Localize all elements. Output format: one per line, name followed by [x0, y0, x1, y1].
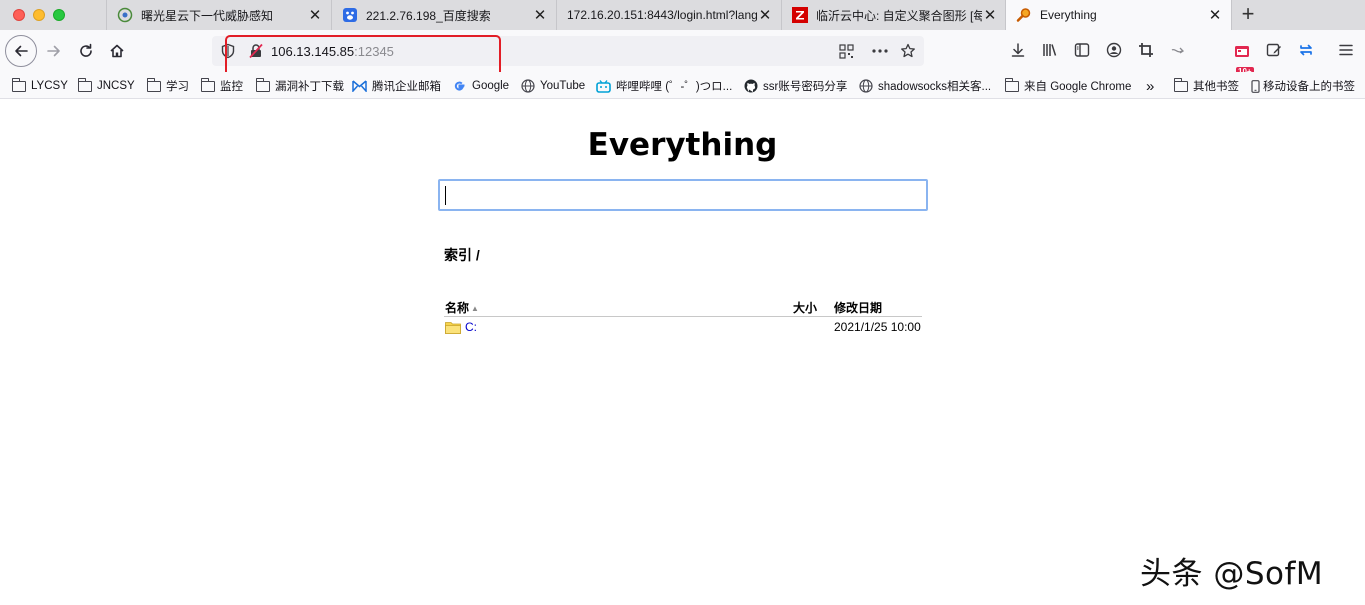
annotation-highlight-box: [225, 35, 501, 77]
folder-icon: [77, 77, 92, 93]
file-link[interactable]: C:: [465, 320, 477, 334]
bookmark-star-icon[interactable]: [898, 41, 918, 61]
bookmark-other[interactable]: 其他书签: [1173, 77, 1239, 95]
mobile-icon: [1250, 79, 1260, 93]
calendar-extension-icon[interactable]: [1230, 38, 1254, 62]
bookmark-tencent-mail[interactable]: 腾讯企业邮箱: [352, 77, 441, 95]
downloads-icon[interactable]: [1006, 38, 1030, 62]
bookmark-jncsy[interactable]: JNCSY: [77, 77, 135, 95]
forward-arrow-icon: [47, 45, 60, 57]
tab-strip: 曙光星云下一代威胁感知 ✕ 221.2.76.198_百度搜索 ✕ 172.16…: [0, 0, 1365, 30]
page-content: Everything 索引 / 名称 ▲ 大小 修改日期 C: 2021/1/25…: [0, 99, 1365, 605]
column-header-modified[interactable]: 修改日期: [834, 299, 882, 316]
menu-hamburger-icon[interactable]: [1334, 38, 1358, 62]
tab-label: Everything: [1040, 8, 1097, 22]
bookmark-bilibili[interactable]: 哔哩哔哩 (゜-゜)つロ...: [596, 77, 732, 95]
baidu-paw-icon: [342, 7, 358, 23]
tencent-mail-icon: [352, 80, 367, 93]
bookmark-ssr[interactable]: ssr账号密码分享: [743, 77, 847, 95]
table-header: 名称 ▲ 大小 修改日期: [444, 298, 922, 317]
magnifier-icon: [1016, 7, 1032, 23]
window-minimize-button[interactable]: [33, 9, 45, 21]
folder-icon: [146, 77, 161, 93]
bookmark-google[interactable]: Google: [452, 77, 509, 95]
bookmarks-toolbar: LYCSY JNCSY 学习 监控 漏洞补丁下载 腾讯企业邮箱 Google Y…: [0, 72, 1365, 99]
folder-icon: [11, 77, 26, 93]
tab-shuguang[interactable]: 曙光星云下一代威胁感知 ✕: [106, 0, 331, 30]
tab-label: 临沂云中心: 自定义聚合图形 [每3: [816, 8, 982, 23]
edit-page-icon[interactable]: [1262, 38, 1286, 62]
folder-icon: [1004, 77, 1019, 93]
index-heading: 索引 /: [444, 247, 480, 263]
navigation-toolbar: 106.13.145.85:12345 10+: [0, 30, 1365, 77]
bookmarks-overflow-button[interactable]: »: [1146, 77, 1154, 95]
page-actions-icon[interactable]: [870, 41, 890, 61]
close-icon[interactable]: ✕: [1207, 6, 1223, 24]
text-caret: [445, 186, 446, 205]
globe-icon: [858, 79, 873, 93]
bilibili-icon: [596, 79, 611, 93]
bookmark-monitoring[interactable]: 监控: [200, 77, 243, 95]
close-icon[interactable]: ✕: [532, 6, 548, 24]
tab-login[interactable]: 172.16.20.151:8443/login.html?lang ✕: [556, 0, 781, 30]
qr-code-icon[interactable]: [836, 41, 856, 61]
google-icon: [452, 80, 467, 93]
home-button[interactable]: [103, 37, 131, 65]
github-icon: [743, 79, 758, 93]
folder-icon: [1173, 77, 1188, 93]
bookmark-from-chrome[interactable]: 来自 Google Chrome: [1004, 77, 1131, 95]
globe-icon: [117, 7, 133, 23]
bookmark-patch-download[interactable]: 漏洞补丁下载: [255, 77, 344, 95]
bookmark-mobile[interactable]: 移动设备上的书签: [1250, 77, 1355, 95]
file-list-table: 名称 ▲ 大小 修改日期 C: 2021/1/25 10:00: [444, 298, 922, 337]
watermark: 头条 @SofM: [1140, 556, 1324, 592]
globe-icon: [520, 79, 535, 93]
tab-baidu[interactable]: 221.2.76.198_百度搜索 ✕: [331, 0, 556, 30]
bookmark-study[interactable]: 学习: [146, 77, 189, 95]
library-icon[interactable]: [1038, 38, 1062, 62]
close-icon[interactable]: ✕: [757, 6, 773, 24]
reload-icon: [80, 43, 92, 57]
column-header-size[interactable]: 大小: [793, 299, 817, 316]
new-tab-button[interactable]: +: [1236, 3, 1260, 27]
table-row: C: 2021/1/25 10:00: [444, 317, 922, 337]
sync-icon[interactable]: [1294, 38, 1318, 62]
page-title: Everything: [587, 127, 778, 163]
zabbix-z-icon: [792, 7, 808, 23]
folder-icon: [255, 77, 270, 93]
back-arrow-icon: [15, 45, 28, 57]
close-icon[interactable]: ✕: [307, 6, 323, 24]
home-icon: [110, 44, 124, 58]
window-close-button[interactable]: [13, 9, 25, 21]
close-icon[interactable]: ✕: [982, 6, 998, 24]
column-header-name[interactable]: 名称 ▲: [445, 299, 479, 316]
bookmark-shadowsocks[interactable]: shadowsocks相关客...: [858, 77, 991, 95]
file-modified-date: 2021/1/25 10:00: [834, 320, 921, 334]
sidebar-icon[interactable]: [1070, 38, 1094, 62]
search-input[interactable]: [438, 179, 928, 211]
tab-everything[interactable]: Everything ✕: [1006, 0, 1231, 30]
folder-icon: [200, 77, 215, 93]
sort-ascending-icon: ▲: [471, 304, 479, 313]
back-button[interactable]: [5, 35, 37, 67]
tab-label: 172.16.20.151:8443/login.html?lang: [567, 8, 757, 22]
tab-label: 221.2.76.198_百度搜索: [366, 8, 491, 23]
extension-hook-icon[interactable]: [1166, 38, 1190, 62]
account-icon[interactable]: [1102, 38, 1126, 62]
bookmark-lycsy[interactable]: LYCSY: [11, 77, 68, 95]
folder-icon: [445, 321, 461, 334]
tab-zabbix[interactable]: 临沂云中心: 自定义聚合图形 [每3 ✕: [781, 0, 1006, 30]
window-maximize-button[interactable]: [53, 9, 65, 21]
tab-label: 曙光星云下一代威胁感知: [141, 8, 274, 23]
forward-button[interactable]: [40, 37, 68, 65]
screenshot-crop-icon[interactable]: [1134, 38, 1158, 62]
bookmark-youtube[interactable]: YouTube: [520, 77, 585, 95]
reload-button[interactable]: [72, 37, 100, 65]
